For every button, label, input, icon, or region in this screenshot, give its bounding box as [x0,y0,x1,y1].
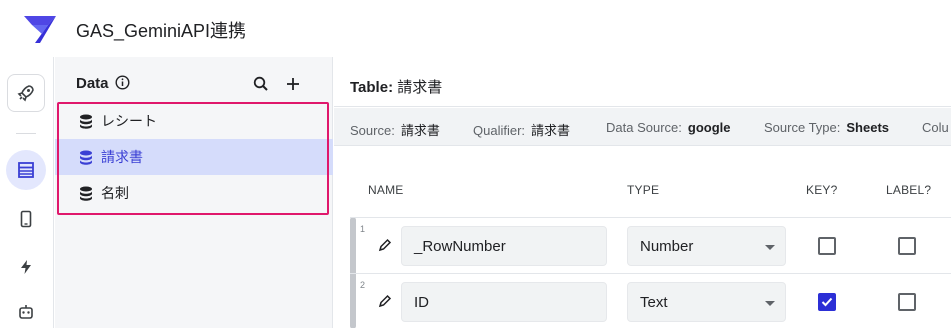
rocket-icon [17,85,34,102]
app-title: GAS_GeminiAPI連携 [76,21,247,41]
table-meta-bar: Source: 請求書 Qualifier: 請求書 Data Source: goo… [334,108,951,146]
key-checkbox[interactable] [818,293,836,311]
table-title: Table: 請求書 [350,76,442,97]
column-header-name: NAME [368,183,404,197]
column-header-key: KEY? [806,183,838,197]
data-panel: Data レシート 請求書 名刺 [55,57,333,328]
rail-divider [16,133,36,134]
database-icon [79,186,93,201]
table-title-name: 請求書 [397,79,443,96]
meta-datasource-label: Data Source: [606,120,682,135]
left-rail [0,57,54,328]
table-item-business-card[interactable]: 名刺 [55,175,333,211]
table-title-prefix: Table: [350,79,394,96]
table-row: 1 _RowNumber Number [350,217,951,273]
meta-sourcetype-label: Source Type: [764,120,841,135]
meta-sourcetype: Source Type: Sheets [764,120,889,135]
data-panel-title: Data [76,75,109,92]
phone-icon [20,210,32,228]
label-checkbox[interactable] [898,237,916,255]
dropdown-caret-icon [765,301,775,306]
add-table-icon[interactable] [282,73,304,95]
table-list: レシート 請求書 名刺 [55,103,333,211]
rail-launch-button[interactable] [7,74,45,112]
meta-qualifier-label: Qualifier: [473,123,526,138]
table-item-invoice[interactable]: 請求書 [55,139,333,175]
column-type-select[interactable]: Text [627,282,786,322]
column-name-field[interactable]: _RowNumber [401,226,607,266]
meta-datasource: Data Source: google [606,120,730,135]
table-item-label: 請求書 [101,149,143,165]
database-icon [79,150,93,165]
table-item-label: レシート [101,113,157,129]
column-header-type: TYPE [627,183,660,197]
rail-views-button[interactable] [6,199,46,239]
info-icon[interactable] [115,75,130,90]
database-icon [79,114,93,129]
meta-columns: Colu [922,120,949,135]
meta-source-label: Source: [350,123,395,138]
label-checkbox[interactable] [898,293,916,311]
table-row: 2 ID Text [350,273,951,328]
pencil-icon[interactable] [378,294,392,308]
data-panel-header: Data [55,57,333,103]
meta-qualifier-value: 請求書 [531,123,571,138]
table-header: Table: 請求書 [334,57,951,107]
meta-qualifier: Qualifier: 請求書 [473,120,570,139]
rail-data-button[interactable] [6,150,46,190]
app-root: GAS_GeminiAPI連携 Data レシート 請求書 名刺 Table: … [0,0,951,328]
top-bar: GAS_GeminiAPI連携 [0,0,951,57]
meta-source: Source: 請求書 [350,120,440,139]
appsheet-logo-icon [24,16,56,43]
column-type-value: Text [640,294,668,311]
search-icon[interactable] [251,74,271,94]
table-item-receipt[interactable]: レシート [55,103,333,139]
column-type-value: Number [640,238,694,255]
bolt-icon [21,260,31,274]
column-type-select[interactable]: Number [627,226,786,266]
row-number: 2 [360,280,366,290]
table-icon [18,162,34,178]
column-name-field[interactable]: ID [401,282,607,322]
table-item-label: 名刺 [101,185,129,201]
meta-sourcetype-value: Sheets [846,120,890,135]
meta-datasource-value: google [687,120,731,135]
table-detail: Table: 請求書 Source: 請求書 Qualifier: 請求書 Data… [334,57,951,328]
column-header-label: LABEL? [886,183,932,197]
meta-columns-label: Colu [922,120,949,135]
meta-source-value: 請求書 [400,123,440,138]
row-number: 1 [360,224,366,234]
key-checkbox[interactable] [818,237,836,255]
robot-icon [19,305,33,319]
pencil-icon[interactable] [378,238,392,252]
checkmark-icon [821,297,833,307]
rail-bots-button[interactable] [6,292,46,328]
rail-automation-button[interactable] [6,247,46,287]
dropdown-caret-icon [765,245,775,250]
